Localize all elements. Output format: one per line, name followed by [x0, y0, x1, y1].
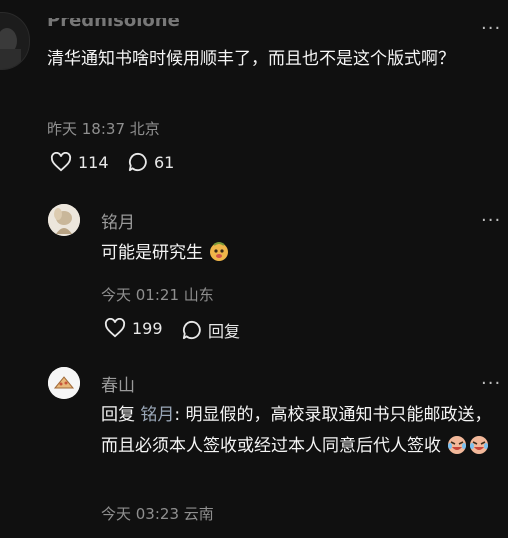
reply-count-button[interactable]: 61 [128, 152, 174, 172]
comment-meta: 今天 03:23 云南 [101, 505, 214, 523]
username[interactable]: Prednisolone [47, 18, 180, 30]
like-button[interactable]: 114 [50, 152, 109, 172]
comment-text: 可能是研究生 [101, 238, 491, 269]
like-count: 199 [132, 318, 163, 338]
username[interactable]: 春山 [101, 371, 135, 396]
comment-meta: 今天 01:21 山东 [101, 286, 214, 304]
username[interactable]: 铭月 [101, 208, 135, 233]
comment-text: 清华通知书啥时候用顺丰了，而且也不是这个版式啊？ [47, 49, 455, 69]
more-dots-icon[interactable]: ··· [481, 210, 501, 231]
laughing-cry-emoji [448, 436, 467, 454]
more-dots-icon[interactable]: ··· [481, 373, 501, 394]
mention-link[interactable]: 铭月 [140, 405, 174, 425]
reply-button[interactable]: 回复 [182, 318, 240, 342]
avatar[interactable] [48, 367, 80, 399]
heart-icon [50, 152, 72, 172]
comment-bubble-icon [182, 320, 201, 340]
comment-bubble-icon [128, 152, 147, 172]
pumpkin-face-emoji [210, 242, 229, 261]
reply-label: 回复 [208, 322, 241, 341]
comment-meta: 昨天 18:37 北京 [47, 120, 160, 138]
like-count: 114 [78, 152, 109, 172]
reply-count: 61 [154, 152, 175, 172]
reply-text: 可能是研究生 [101, 243, 203, 263]
comment-text: 回复 铭月: 明显假的，高校录取通知书只能邮政送，而且必须本人签收或经过本人同意… [101, 400, 501, 462]
more-dots-icon[interactable]: ··· [481, 18, 501, 39]
like-button[interactable]: 199 [104, 318, 163, 338]
heart-icon [104, 318, 126, 338]
reply-prefix: 回复 [101, 405, 141, 425]
avatar[interactable] [0, 12, 30, 70]
laughing-cry-emoji [470, 436, 489, 454]
avatar[interactable] [48, 204, 80, 236]
